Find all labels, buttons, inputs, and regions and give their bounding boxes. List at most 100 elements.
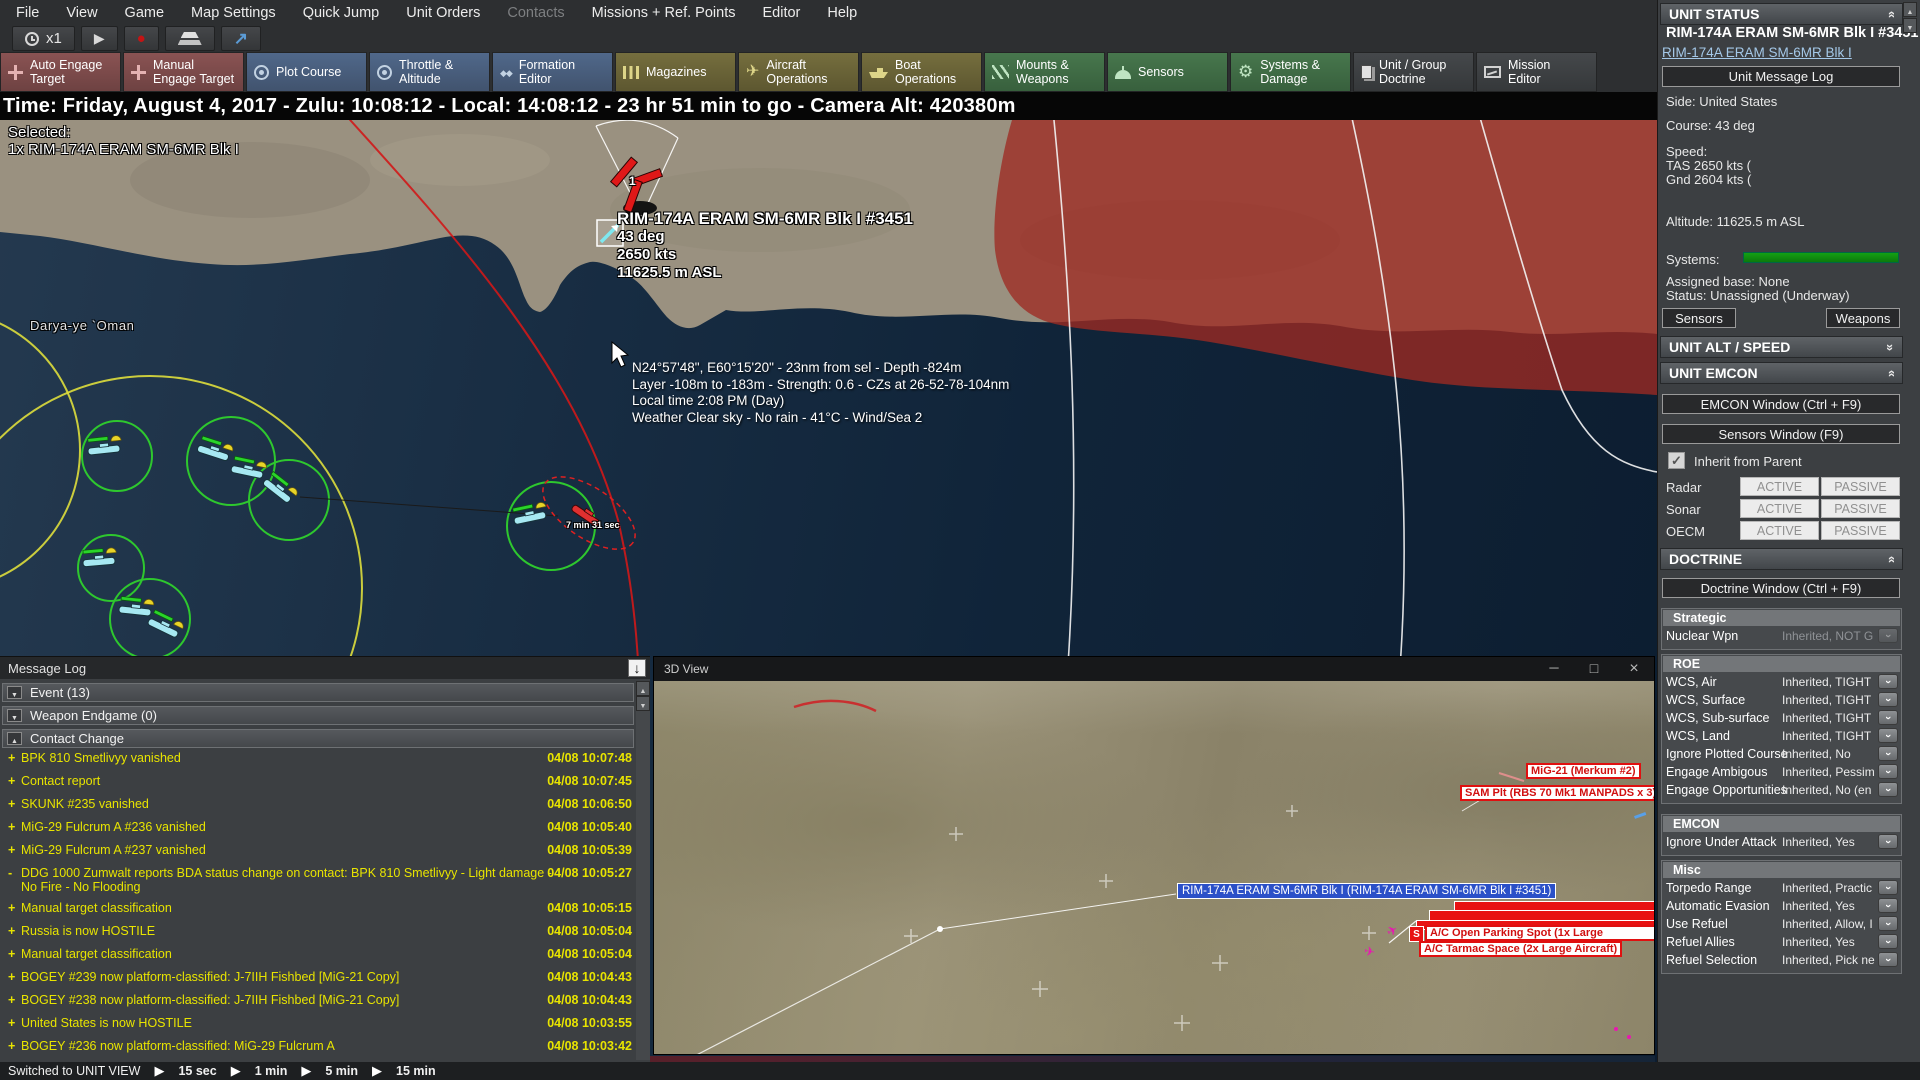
log-group-contact-change[interactable]: Contact Change xyxy=(2,729,634,748)
speed-15sec[interactable]: 15 sec xyxy=(178,1064,216,1078)
3d-scene[interactable]: MiG-21 (Merkum #2) SAM Plt (RBS 70 Mk1 M… xyxy=(654,681,1654,1054)
sonar-active-button[interactable]: ACTIVE xyxy=(1740,499,1819,518)
3d-label-tarmac-space[interactable]: A/C Tarmac Space (2x Large Aircraft) xyxy=(1419,941,1623,957)
speed-5min[interactable]: 5 min xyxy=(325,1064,358,1078)
doctrine-window-button[interactable]: Doctrine Window (Ctrl + F9) xyxy=(1662,578,1900,598)
unit-class-link[interactable]: RIM-174A ERAM SM-6MR Blk I xyxy=(1662,45,1852,60)
sensors-panel-button[interactable]: Sensors xyxy=(1662,308,1736,328)
menu-unit-orders[interactable]: Unit Orders xyxy=(406,5,480,21)
radar-passive-button[interactable]: PASSIVE xyxy=(1821,477,1900,496)
log-entry[interactable]: + United States is now HOSTILE 04/08 10:03… xyxy=(0,1016,636,1039)
unit-alt-speed-header[interactable]: UNIT ALT / SPEED xyxy=(1660,336,1903,358)
log-entry[interactable]: + MiG-29 Fulcrum A #237 vanished 04/08 10:… xyxy=(0,843,636,866)
maximize-button[interactable] xyxy=(1574,660,1614,678)
3d-view-titlebar[interactable]: 3D View xyxy=(654,657,1654,681)
systems-damage-button[interactable]: Systems &Damage xyxy=(1230,52,1351,92)
log-entry[interactable]: + SKUNK #235 vanished 04/08 10:06:50 xyxy=(0,797,636,820)
mounts-weapons-button[interactable]: Mounts & Weapons xyxy=(984,52,1105,92)
dropdown-button[interactable] xyxy=(1878,934,1898,949)
log-entry[interactable]: - DDG 1000 Zumwalt reports BDA status cha… xyxy=(0,866,636,901)
menu-map-settings[interactable]: Map Settings xyxy=(191,5,276,21)
plot-course-button[interactable]: Plot Course xyxy=(246,52,367,92)
sidebar-scrollbar[interactable] xyxy=(1903,2,1918,33)
friendly-ship-icons[interactable] xyxy=(81,434,549,640)
speed-arrow-icon[interactable] xyxy=(231,1063,241,1079)
log-entry[interactable]: + BOGEY #238 now platform-classified: J-7… xyxy=(0,993,636,1016)
sonar-passive-button[interactable]: PASSIVE xyxy=(1821,499,1900,518)
dropdown-button[interactable] xyxy=(1878,674,1898,689)
collapse-button[interactable] xyxy=(7,686,22,699)
menu-missions-ref-points[interactable]: Missions + Ref. Points xyxy=(592,5,736,21)
close-button[interactable] xyxy=(1614,660,1654,678)
dropdown-button[interactable] xyxy=(1878,952,1898,967)
message-log-scrollbar[interactable] xyxy=(636,681,650,1060)
dropdown-button[interactable] xyxy=(1878,728,1898,743)
magazines-button[interactable]: Magazines xyxy=(615,52,736,92)
log-entry[interactable]: + BOGEY #239 now platform-classified: J-7… xyxy=(0,970,636,993)
jump-to-button[interactable] xyxy=(220,26,261,51)
menu-help[interactable]: Help xyxy=(827,5,857,21)
dropdown-button[interactable] xyxy=(1878,710,1898,725)
weapons-panel-button[interactable]: Weapons xyxy=(1826,308,1900,328)
radar-active-button[interactable]: ACTIVE xyxy=(1740,477,1819,496)
map-projection-button[interactable] xyxy=(164,26,215,51)
dropdown-button[interactable] xyxy=(1878,692,1898,707)
log-entry[interactable]: + BPK 810 Smetlivyy vanished 04/08 10:07:4… xyxy=(0,751,636,774)
manual-engage-target-button[interactable]: Manual Engage Target xyxy=(123,52,244,92)
scroll-up-button[interactable] xyxy=(1903,2,1917,17)
sensors-window-button[interactable]: Sensors Window (F9) xyxy=(1662,424,1900,444)
3d-label-mig21[interactable]: MiG-21 (Merkum #2) xyxy=(1526,763,1641,779)
unit-status-header[interactable]: UNIT STATUS xyxy=(1660,3,1903,25)
boat-operations-button[interactable]: Boat Operations xyxy=(861,52,982,92)
formation-editor-button[interactable]: FormationEditor xyxy=(492,52,613,92)
dropdown-button[interactable] xyxy=(1878,764,1898,779)
log-entry[interactable]: + BOGEY #236 now platform-classified: MiG… xyxy=(0,1039,636,1062)
inherit-from-parent-checkbox[interactable] xyxy=(1668,452,1685,469)
oecm-passive-button[interactable]: PASSIVE xyxy=(1821,521,1900,540)
sensors-button[interactable]: Sensors xyxy=(1107,52,1228,92)
menu-game[interactable]: Game xyxy=(125,5,165,21)
dropdown-button[interactable] xyxy=(1878,916,1898,931)
minimize-button[interactable] xyxy=(1534,660,1574,678)
collapse-button[interactable] xyxy=(7,732,22,745)
speed-arrow-icon[interactable] xyxy=(154,1063,164,1079)
log-entry[interactable]: + Manual target classification 04/08 10:05… xyxy=(0,901,636,924)
play-button[interactable] xyxy=(80,26,118,51)
log-group-weapon-endgame[interactable]: Weapon Endgame (0) xyxy=(2,706,634,725)
mission-editor-button[interactable]: Mission Editor xyxy=(1476,52,1597,92)
log-entry[interactable]: + MiG-29 Fulcrum A #236 vanished 04/08 10:… xyxy=(0,820,636,843)
speed-15min[interactable]: 15 min xyxy=(396,1064,436,1078)
log-entry[interactable]: + Manual target classification 04/08 10:05… xyxy=(0,947,636,970)
3d-label-sam-platoon[interactable]: SAM Plt (RBS 70 Mk1 MANPADS x 3) xyxy=(1460,785,1654,801)
dropdown-button[interactable] xyxy=(1878,746,1898,761)
oecm-active-button[interactable]: ACTIVE xyxy=(1740,521,1819,540)
dropdown-button[interactable] xyxy=(1878,782,1898,797)
scroll-down-button[interactable] xyxy=(1903,18,1917,33)
scroll-down-button[interactable] xyxy=(636,696,650,711)
menu-editor[interactable]: Editor xyxy=(762,5,800,21)
aircraft-operations-button[interactable]: AircraftOperations xyxy=(738,52,859,92)
3d-label-parking-spot[interactable]: A/C Open Parking Spot (1x Large xyxy=(1425,925,1654,941)
speed-1min[interactable]: 1 min xyxy=(255,1064,288,1078)
speed-arrow-icon[interactable] xyxy=(301,1063,311,1079)
unit-emcon-header[interactable]: UNIT EMCON xyxy=(1660,362,1903,384)
menu-file[interactable]: File xyxy=(16,5,39,21)
unit-group-doctrine-button[interactable]: Unit / Group Doctrine xyxy=(1353,52,1474,92)
message-log-detach-button[interactable] xyxy=(628,659,646,677)
3d-label-selected-missile[interactable]: RIM-174A ERAM SM-6MR Blk I (RIM-174A ERA… xyxy=(1177,883,1557,899)
doctrine-header[interactable]: DOCTRINE xyxy=(1660,548,1903,570)
log-entry[interactable]: + Contact report 04/08 10:07:45 xyxy=(0,774,636,797)
menu-view[interactable]: View xyxy=(66,5,97,21)
throttle-altitude-button[interactable]: Throttle & Altitude xyxy=(369,52,490,92)
menu-quick-jump[interactable]: Quick Jump xyxy=(303,5,380,21)
record-button[interactable] xyxy=(123,26,159,51)
speed-arrow-icon[interactable] xyxy=(372,1063,382,1079)
emcon-window-button[interactable]: EMCON Window (Ctrl + F9) xyxy=(1662,394,1900,414)
dropdown-button[interactable] xyxy=(1878,898,1898,913)
unit-message-log-button[interactable]: Unit Message Log xyxy=(1662,66,1900,87)
dropdown-button[interactable] xyxy=(1878,880,1898,895)
dropdown-button[interactable] xyxy=(1878,834,1898,849)
log-group-event[interactable]: Event (13) xyxy=(2,683,634,702)
auto-engage-target-button[interactable]: Auto Engage Target xyxy=(0,52,121,92)
log-entry[interactable]: + Russia is now HOSTILE 04/08 10:05:04 xyxy=(0,924,636,947)
